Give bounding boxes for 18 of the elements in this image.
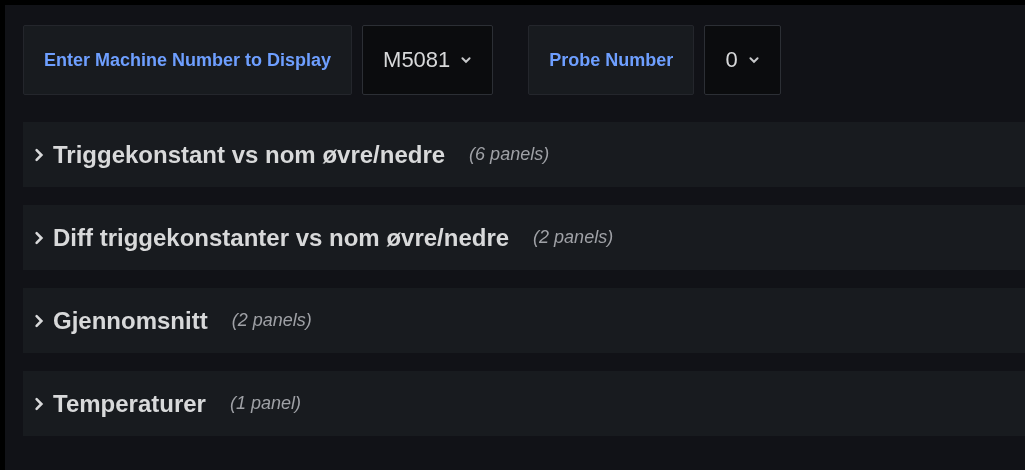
caret-icon bbox=[460, 54, 473, 66]
collapsible-row[interactable]: Diff triggekonstanter vs nom øvre/nedre (2 panels) bbox=[23, 205, 1025, 270]
collapsible-row[interactable]: Gjennomsnitt (2 panels) bbox=[23, 288, 1025, 353]
row-title: Triggekonstant vs nom øvre/nedre bbox=[53, 140, 446, 169]
collapsible-row[interactable]: Triggekonstant vs nom øvre/nedre (6 panels) bbox=[23, 122, 1025, 187]
panel-count: (2 panels) bbox=[533, 227, 614, 248]
panel-count: (1 panel) bbox=[229, 393, 301, 414]
row-title: Temperaturer bbox=[53, 389, 206, 418]
row-title: Diff triggekonstanter vs nom øvre/nedre bbox=[53, 223, 510, 252]
row-title: Gjennomsnitt bbox=[53, 306, 208, 335]
variable-label: Enter Machine Number to Display bbox=[23, 25, 353, 95]
caret-icon bbox=[747, 54, 760, 66]
panel-count: (6 panels) bbox=[469, 144, 550, 165]
variable-dropdown[interactable]: M5081 bbox=[362, 25, 494, 95]
variable-label: Probe Number bbox=[528, 25, 695, 95]
variable-dropdown[interactable]: 0 bbox=[704, 25, 781, 95]
panel-count: (2 panels) bbox=[231, 310, 312, 331]
collapsible-row[interactable]: Temperaturer (1 panel) bbox=[23, 371, 1025, 436]
